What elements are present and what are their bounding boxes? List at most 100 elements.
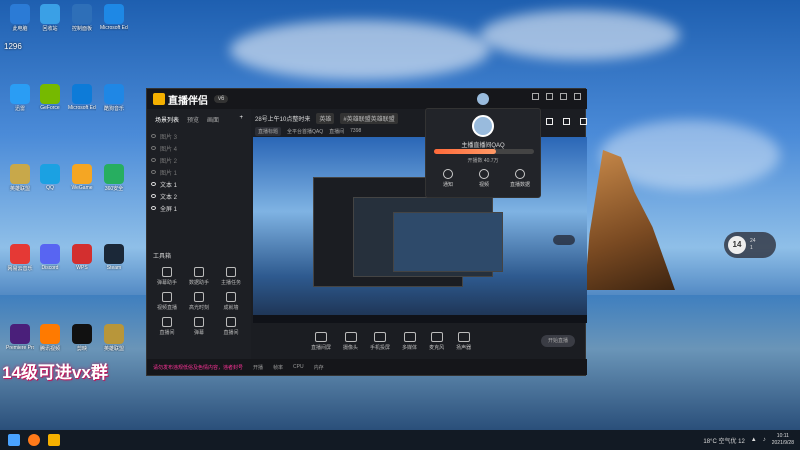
desktop-icon[interactable]: 网易云音乐 <box>6 244 34 272</box>
popup-action-notify[interactable]: 通知 <box>432 169 464 188</box>
eye-icon[interactable] <box>151 158 156 162</box>
source-button[interactable]: 扬声器 <box>456 331 471 351</box>
eye-icon[interactable] <box>151 182 156 186</box>
tool-item[interactable]: 高光时刻 <box>183 292 215 311</box>
desktop-icon-label: 360安全 <box>104 186 124 192</box>
scene-item[interactable]: 图片 2 <box>151 154 247 166</box>
desktop-icon[interactable]: 控制面板 <box>68 4 96 32</box>
desktop-icon[interactable]: WPS <box>68 244 96 271</box>
tool-label: 直播间 <box>159 330 175 336</box>
scene-label: 图片 3 <box>160 134 178 141</box>
network-icon[interactable]: ▲ <box>751 437 757 443</box>
maximize-icon[interactable] <box>560 93 567 100</box>
source-icon <box>457 331 470 342</box>
eye-icon[interactable] <box>151 170 156 174</box>
sub-room: 直播间 <box>329 128 345 135</box>
scene-item[interactable]: 图片 4 <box>151 142 247 154</box>
desktop-icon[interactable]: 迅雷 <box>6 84 34 112</box>
gift-icon[interactable] <box>546 118 553 125</box>
tool-item[interactable]: 弹幕 <box>183 317 215 336</box>
weather-tray[interactable]: 18°C 空气优 12 <box>703 436 744 445</box>
scene-item[interactable]: 图片 1 <box>151 166 247 178</box>
source-toolbar: 直播间屏 摄像头 手机投屏 多媒体 麦克风 扬声器 <box>251 325 587 357</box>
floating-pill[interactable] <box>553 235 575 245</box>
category-tag[interactable]: 英雄 <box>316 112 335 124</box>
scene-item[interactable]: 全屏 1 <box>151 202 247 214</box>
add-scene-icon[interactable]: + <box>239 115 243 124</box>
minimize-icon[interactable] <box>546 93 553 100</box>
home-icon[interactable] <box>563 118 570 125</box>
desktop-icon[interactable]: 360安全 <box>100 164 128 192</box>
user-avatar[interactable] <box>477 93 489 105</box>
popup-action-video[interactable]: 视频 <box>468 169 500 188</box>
popup-action-label: 视频 <box>478 182 489 188</box>
desktop-icon[interactable]: 腾讯视频 <box>36 324 64 352</box>
scene-item[interactable]: 文本 2 <box>151 190 247 202</box>
tab-canvas[interactable]: 画面 <box>207 115 219 124</box>
tool-item[interactable]: 成就墙 <box>215 292 247 311</box>
desktop-icon[interactable]: WeGame <box>68 164 96 191</box>
weather-widget[interactable]: 14 24 1 <box>724 232 776 258</box>
status-item: 帧率 <box>273 364 284 371</box>
desktop-icon-label: Premiere Pro <box>6 345 34 351</box>
desktop-icon[interactable]: 酷狗音乐 <box>100 84 128 112</box>
tool-item[interactable]: 视频直播 <box>151 292 183 311</box>
share-icon[interactable] <box>580 118 587 125</box>
desktop-icon[interactable]: QQ <box>36 164 64 191</box>
tool-item[interactable]: 直播间 <box>151 317 183 336</box>
tool-icon <box>194 267 204 277</box>
live-companion-taskbar-icon[interactable] <box>48 434 60 446</box>
close-icon[interactable] <box>574 93 581 100</box>
toolbox-title: 工具箱 <box>153 254 172 260</box>
clock[interactable]: 10:11 2021/9/28 <box>772 433 794 447</box>
scene-item[interactable]: 文本 1 <box>151 178 247 190</box>
tool-item[interactable]: 弹幕助手 <box>151 267 183 286</box>
popup-action-data[interactable]: 直播数据 <box>504 169 536 188</box>
desktop-icon[interactable]: 此电脑 <box>6 4 34 32</box>
app-taskbar-icon[interactable] <box>28 434 40 446</box>
source-button[interactable]: 手机投屏 <box>370 331 390 351</box>
desktop-icon[interactable]: Discord <box>36 244 64 271</box>
source-button[interactable]: 多媒体 <box>402 331 417 351</box>
tool-item[interactable]: 直播间 <box>215 317 247 336</box>
chart-icon <box>515 169 525 179</box>
app-icon <box>72 84 92 104</box>
volume-icon[interactable]: ♪ <box>763 437 766 443</box>
desktop-icon-label: 英雄联盟 <box>103 346 124 352</box>
start-icon[interactable] <box>8 434 20 446</box>
eye-icon[interactable] <box>151 146 156 150</box>
preview-taskbar <box>253 315 587 323</box>
desktop-icon[interactable]: Microsoft Edge <box>100 4 128 31</box>
desktop-icon[interactable]: GeForce <box>36 84 64 111</box>
source-button[interactable]: 直播间屏 <box>311 331 331 351</box>
desktop-icon[interactable]: 回收站 <box>36 4 64 32</box>
start-live-button[interactable]: 开始直播 <box>541 335 575 347</box>
eye-icon[interactable] <box>151 206 156 210</box>
stream-title: 28号上午10点整时来 <box>255 116 311 123</box>
tool-icon <box>194 317 204 327</box>
source-button[interactable]: 麦克风 <box>429 331 444 351</box>
desktop-icon[interactable]: 英雄联盟 <box>100 324 128 352</box>
tool-item[interactable]: 数据助手 <box>183 267 215 286</box>
eye-icon[interactable] <box>151 134 156 138</box>
popup-action-label: 直播数据 <box>509 182 530 188</box>
desktop-icon[interactable]: 剪映 <box>68 324 96 352</box>
desktop-icon[interactable]: Microsoft Edge <box>68 84 96 111</box>
scene-item[interactable]: 图片 3 <box>151 130 247 142</box>
desktop-icon[interactable]: 英雄联盟 <box>6 164 34 192</box>
desktop-icon-label: Microsoft Edge <box>100 25 128 31</box>
settings-icon[interactable] <box>532 93 539 100</box>
tool-label: 高光时刻 <box>188 305 209 311</box>
version-badge[interactable]: v6 <box>214 95 229 103</box>
topic-tag[interactable]: #英雄联盟英雄联盟 <box>340 112 398 124</box>
tab-preview[interactable]: 预览 <box>187 115 199 124</box>
tab-scenes[interactable]: 场景列表 <box>155 115 179 124</box>
popup-fans: 开播数 40.7万 <box>467 158 499 164</box>
source-button[interactable]: 摄像头 <box>343 331 358 351</box>
desktop-icon[interactable]: Premiere Pro <box>6 324 34 351</box>
popup-actions: 通知 视频 直播数据 <box>432 169 536 188</box>
app-icon <box>40 324 60 344</box>
tool-item[interactable]: 主播任务 <box>215 267 247 286</box>
desktop-icon[interactable]: Steam <box>100 244 128 271</box>
eye-icon[interactable] <box>151 194 156 198</box>
